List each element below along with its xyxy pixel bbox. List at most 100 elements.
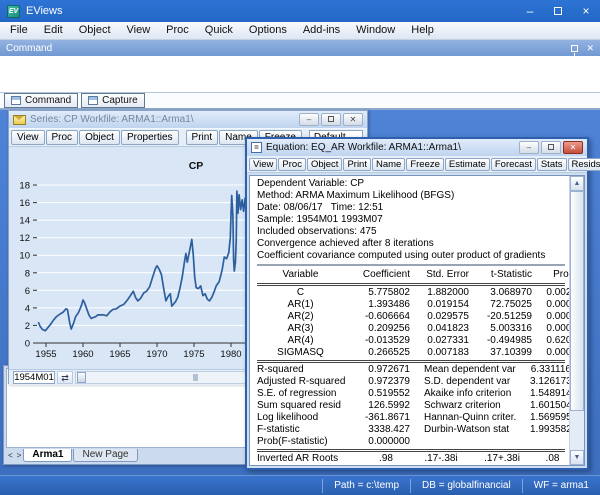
output-header-line: Included observations: 475 [257,226,377,237]
series-print-button[interactable]: Print [185,130,219,145]
scroll-down-arrow[interactable]: ▼ [570,450,584,465]
stat-value: 1.993582 [530,424,571,435]
series-object-button[interactable]: Object [79,130,120,145]
equation-forecast-button[interactable]: Forecast [490,157,536,171]
col-header-coefficient: Coefficient [362,269,410,280]
svg-text:1965: 1965 [109,349,130,360]
equation-proc-button[interactable]: Proc [278,157,306,171]
cell: AR(4) [287,335,314,346]
menu-proc[interactable]: Proc [158,22,197,39]
scroll-up-arrow[interactable]: ▲ [570,176,584,191]
stats-row: Log likelihood -361.8671 Hannan-Quinn crit… [257,412,571,424]
series-minimize-button[interactable]: – [299,113,319,126]
menu-view[interactable]: View [119,22,159,39]
stats-row: Prob(F-statistic) 0.000000 [257,436,571,448]
workfile-tab-arma1[interactable]: Arma1 [23,448,73,462]
minimize-button[interactable]: – [516,0,544,22]
summary-stats-table: R-squared 0.972671 Mean dependent var 6.331… [257,364,571,448]
svg-text:14: 14 [19,216,30,227]
equation-restore-button[interactable] [541,141,561,154]
stats-row: F-statistic 3338.427 Durbin-Watson stat 1.9… [257,424,571,436]
equation-restore-icon [548,144,554,150]
cell: AR(3) [287,323,314,334]
stat-value: -361.8671 [364,412,410,423]
tab-capture[interactable]: Capture [81,93,145,108]
menu-options[interactable]: Options [241,22,295,39]
menu-edit[interactable]: Edit [36,22,71,39]
menu-add-ins[interactable]: Add-ins [295,22,348,39]
equation-estimate-button[interactable]: Estimate [444,157,490,171]
series-close-button[interactable]: ✕ [343,113,363,126]
table-row: AR(4) -0.013529 0.027331 -0.494985 0.6208 [257,335,577,347]
root-value: .08 [545,453,560,464]
eviews-logo-icon: EV [7,4,20,18]
stat-value [530,436,571,448]
equation-minimize-button[interactable]: – [519,141,539,154]
equation-name-button[interactable]: Name [371,157,406,171]
command-panel-header[interactable]: Command ✕ [0,40,600,56]
window-icon [88,96,99,105]
stat-value: 1.569595 [530,412,571,423]
next-page-button[interactable]: > [15,451,24,460]
cell: 5.003316 [490,323,532,334]
output-header-line: Convergence achieved after 8 iterations [257,238,434,249]
stats-row: Adjusted R-squared 0.972379 S.D. dependent… [257,376,571,388]
menu-window[interactable]: Window [348,22,403,39]
series-properties-button[interactable]: Properties [120,130,179,145]
vertical-scrollbar[interactable]: ▲ ▼ [569,176,584,465]
menu-file[interactable]: File [2,22,36,39]
equation-freeze-button[interactable]: Freeze [406,157,444,171]
toolbar-group: View Proc Object Properties [11,130,180,145]
command-close-icon[interactable]: ✕ [586,43,594,53]
command-input-area[interactable] [0,56,600,93]
series-restore-button[interactable] [321,113,341,126]
double-line [257,360,565,363]
root-value: .17+.38i [484,453,520,464]
menu-object[interactable]: Object [71,22,119,39]
stat-value: 0.972671 [368,364,410,375]
equation-resids-button[interactable]: Resids [567,157,600,171]
status-bar: Path = c:\temp DB = globalfinancial WF = a… [0,475,600,495]
roots-label: Inverted AR Roots [257,453,339,464]
stat-label: Durbin-Watson stat [424,424,510,435]
cell: 0.027331 [427,335,469,346]
close-button[interactable]: × [572,0,600,22]
menu-help[interactable]: Help [403,22,442,39]
cell: SIGMASQ [277,347,324,358]
maximize-button[interactable] [544,0,572,22]
workfile-tab-new-page[interactable]: New Page [73,448,138,462]
output-header-line: Sample: 1954M01 1993M07 [257,214,383,225]
cell: AR(1) [287,299,314,310]
svg-text:2: 2 [25,321,30,332]
series-titlebar[interactable]: Series: CP Workfile: ARMA1::Arma1\ – ✕ [9,111,367,128]
equation-titlebar[interactable]: = Equation: EQ_AR Workfile: ARMA1::Arma1… [247,139,587,156]
stat-label: F-statistic [257,424,300,435]
equation-object-button[interactable]: Object [306,157,343,171]
mdi-workspace: < > Arma1 New Page Series: CP Workfile: ARM… [0,110,600,475]
hscroll-midmark [193,374,198,381]
stat-label: Schwarz criterion [424,400,501,411]
pan-arrows-icon[interactable]: ⇄ [57,371,73,384]
equation-print-button[interactable]: Print [343,157,371,171]
coefficient-rows: C 5.775802 1.882000 3.068970 0.0023 AR(1) 1.39… [257,287,577,359]
prev-page-button[interactable]: < [6,451,15,460]
menu-quick[interactable]: Quick [197,22,241,39]
svg-text:6: 6 [25,286,30,297]
vscroll-thumb[interactable] [570,191,584,411]
main-titlebar: EV EViews – × [0,0,600,22]
equation-window[interactable]: = Equation: EQ_AR Workfile: ARMA1::Arma1… [245,137,600,470]
pin-icon[interactable] [571,44,579,56]
series-proc-button[interactable]: Proc [45,130,79,145]
series-restore-icon [328,116,334,122]
svg-text:CP: CP [189,160,204,172]
svg-text:10: 10 [19,251,30,262]
hscroll-thumb[interactable] [77,372,86,383]
stat-value: 1.548914 [530,388,571,399]
table-row: C 5.775802 1.882000 3.068970 0.0023 [257,287,577,299]
equation-close-button[interactable]: ✕ [563,141,583,154]
series-view-button[interactable]: View [11,130,45,145]
tab-command[interactable]: Command [4,93,79,108]
equation-stats-button[interactable]: Stats [536,157,567,171]
status-section-0: Path = c:\temp [322,478,410,493]
equation-view-button[interactable]: View [249,157,278,171]
